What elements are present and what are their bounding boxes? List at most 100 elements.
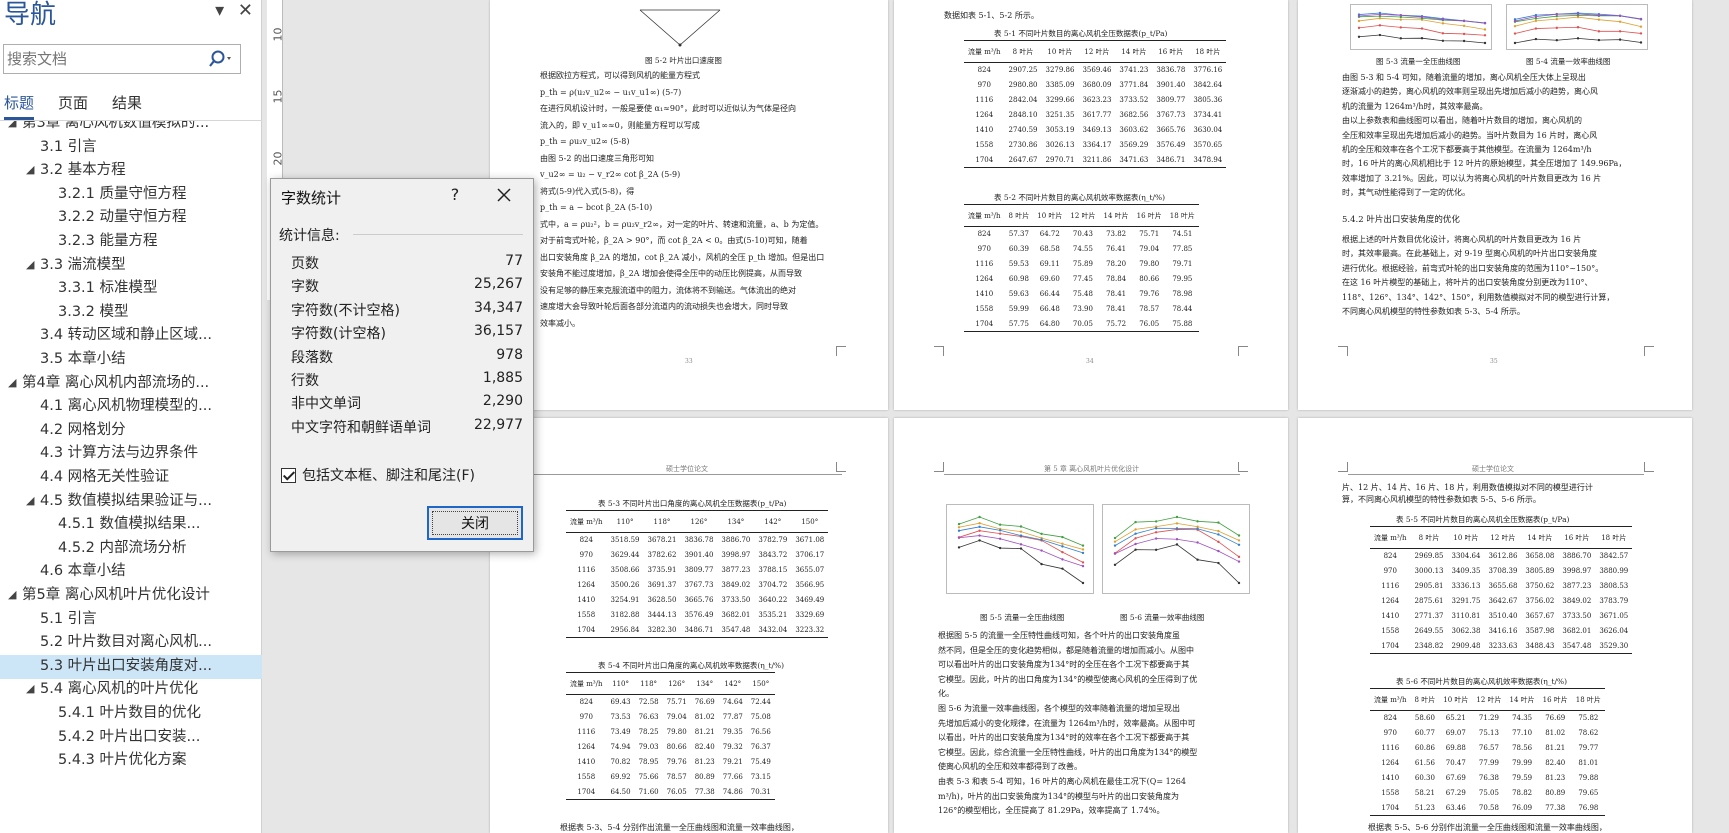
nav-heading-item[interactable]: 5.3 叶片出口安装角度对... [0, 654, 262, 679]
nav-heading-item[interactable]: ◢ 4.5 数值模拟结果验证与... [0, 490, 262, 514]
data-point [1113, 544, 1117, 547]
table-cell: 70.43 [1072, 230, 1093, 239]
stat-label: 中文字符和朝鲜语单词 [291, 419, 431, 436]
collapse-triangle-icon[interactable]: ◢ [26, 678, 34, 700]
data-point [1555, 13, 1559, 16]
nav-heading-item[interactable]: 5.2 叶片数目对离心风机... [0, 631, 262, 655]
table-cell: 2905.81 [1414, 582, 1444, 590]
nav-heading-item[interactable]: 4.1 离心风机物理模型的... [0, 395, 262, 419]
data-point [1154, 548, 1158, 552]
navigation-pane: 导航 ▾ ✕ 标题 页面 结果 ◢第3章 离心风机数值模拟的...3.1 引言◢… [0, 0, 262, 833]
nav-heading-item[interactable]: 5.4.1 叶片数目的优化 [0, 702, 262, 726]
table-cell: 69.11 [1039, 260, 1060, 268]
document-page[interactable]: 硕士学位论文 表 5-3 不同叶片出口角度的离心风机全压数据表(p_t/Pa) … [490, 418, 888, 833]
close-pane-icon[interactable]: ✕ [238, 0, 253, 21]
collapse-triangle-icon[interactable]: ◢ [26, 254, 34, 276]
data-point [1513, 19, 1517, 23]
tab-pages[interactable]: 页面 [58, 92, 88, 113]
data-point [1357, 14, 1361, 18]
table-cell: 74.55 [1072, 245, 1093, 253]
page-header: 硕士学位论文 [666, 465, 708, 473]
data-point [1154, 520, 1158, 523]
tab-results[interactable]: 结果 [112, 92, 142, 113]
header-rule [1348, 474, 1644, 475]
include-textboxes-checkbox[interactable]: 包括文本框、脚注和尾注(F) [281, 465, 531, 487]
nav-heading-item[interactable]: 4.3 计算方法与边界条件 [0, 442, 262, 466]
table-cell: 3336.13 [1451, 582, 1481, 590]
nav-heading-item[interactable]: 4.5.1 数值模拟结果... [0, 513, 262, 537]
data-point [1134, 520, 1137, 524]
nav-heading-item[interactable]: ◢ 第5章 离心风机叶片优化设计 [0, 584, 262, 608]
table-cell: 3640.22 [758, 596, 788, 604]
table-row: 1410 60.30 67.69 76.38 79.59 81.23 79.88 [1370, 771, 1605, 786]
nav-heading-item[interactable]: 4.5.2 内部流场分析 [0, 537, 262, 561]
data-point [1217, 540, 1220, 544]
search-icon[interactable] [206, 48, 234, 70]
data-point [1154, 531, 1158, 534]
tab-headings[interactable]: 标题 [4, 92, 35, 120]
collapse-triangle-icon[interactable]: ◢ [8, 121, 16, 134]
table-row: 970 3629.44 3782.62 3901.40 3998.97 3843.72 37… [566, 548, 828, 563]
text-line: 速度增大会导致叶轮后面各部分流道内的流动损失也会增大，同时导致 [540, 302, 788, 311]
nav-heading-item[interactable]: 5.4.3 叶片优化方案 [0, 749, 262, 773]
table-cell: 3655.68 [1488, 582, 1518, 590]
table-row: 1116 2905.81 3336.13 3655.68 3750.62 3877.23 3… [1370, 579, 1632, 594]
pane-options-chevron-icon[interactable]: ▾ [215, 0, 224, 21]
nav-heading-item[interactable]: ◢ 第3章 离心风机数值模拟的... [0, 121, 262, 136]
nav-heading-item[interactable]: ◢ 3.3 湍流模型 [0, 254, 262, 278]
data-point [1483, 41, 1487, 45]
column-header: 14 叶片 [1527, 533, 1553, 542]
nav-heading-item[interactable]: 3.2.3 能量方程 [0, 230, 262, 254]
document-page[interactable]: 图 5-3 流量一全压曲线图 图 5-4 流量一效率曲线图 由图 5-3 和 5… [1298, 0, 1692, 410]
stat-row: 段落数 978 [291, 347, 523, 371]
collapse-triangle-icon[interactable]: ◢ [26, 159, 34, 181]
table-row: 1264 74.94 79.03 80.66 82.40 79.32 76.37 [566, 740, 775, 755]
nav-heading-item[interactable]: 3.5 本章小结 [0, 348, 262, 372]
nav-heading-item[interactable]: 4.2 网格划分 [0, 419, 262, 443]
data-point [1237, 555, 1241, 559]
data-point [1357, 26, 1361, 30]
table-caption: 表 5-4 不同叶片出口角度的离心风机效率数据表(η_t/%) [598, 661, 785, 670]
nav-heading-item[interactable]: 5.4.2 叶片出口安装... [0, 726, 262, 750]
data-point [957, 526, 961, 529]
help-icon[interactable]: ? [443, 185, 467, 204]
collapse-triangle-icon[interactable]: ◢ [8, 584, 16, 606]
text-line: 对于前弯式叶轮，β_2A > 90°，而 cot β_2A < 0。由式(5-1… [540, 236, 808, 245]
nav-heading-item[interactable]: 3.3.2 模型 [0, 301, 262, 325]
data-point [978, 525, 981, 529]
checkbox-box[interactable] [281, 468, 296, 483]
document-page[interactable]: 硕士学位论文 片、12 片、14 片、16 片、18 片，利用数值模拟对不同的模… [1298, 418, 1692, 833]
nav-heading-item[interactable]: 4.4 网格无关性验证 [0, 466, 262, 490]
search-box[interactable] [3, 44, 241, 74]
table-cell: 60.30 [1414, 774, 1435, 782]
nav-heading-item[interactable]: ◢ 5.4 离心风机的叶片优化 [0, 678, 262, 702]
nav-heading-item[interactable]: 3.1 引言 [0, 136, 262, 160]
table-cell: 3617.77 [1082, 111, 1112, 119]
nav-heading-item[interactable]: 3.3.1 标准模型 [0, 277, 262, 301]
stat-value: 2,290 [482, 393, 523, 410]
table-cell: 970 [977, 245, 991, 253]
collapse-triangle-icon[interactable]: ◢ [26, 490, 34, 512]
data-point [1237, 560, 1241, 563]
nav-heading-item[interactable]: 3.4 转动区域和静止区域... [0, 324, 262, 348]
table-cell: 970 [977, 81, 991, 89]
data-point [957, 529, 961, 532]
search-input[interactable] [4, 45, 200, 73]
nav-heading-item[interactable]: ◢ 第4章 离心风机内部流场的... [0, 372, 262, 396]
document-page[interactable]: 数据如表 5-1、5-2 所示。 表 5-1 不同叶片数目的离心风机全压数据表(… [894, 0, 1288, 410]
nav-heading-item[interactable]: 5.1 引言 [0, 608, 262, 632]
document-page[interactable]: 图 5-2 叶片出口速度图 根据欧拉方程式，可以得到风机的能量方程式 p_th =… [490, 0, 888, 410]
close-icon[interactable] [489, 183, 519, 207]
document-page[interactable]: 第 5 章 离心风机叶片优化设计 图 5-5 流量一全压曲线图 图 5-6 流量… [894, 418, 1288, 833]
stat-value: 1,885 [482, 370, 523, 386]
close-button[interactable]: 关闭 [427, 506, 523, 540]
table-cell: 57.75 [1008, 319, 1029, 328]
collapse-triangle-icon[interactable]: ◢ [8, 372, 16, 394]
nav-heading-item[interactable]: ◢ 3.2 基本方程 [0, 159, 262, 183]
nav-heading-item[interactable]: 3.2.1 质量守恒方程 [0, 183, 262, 207]
table-cell: 78.95 [638, 758, 659, 766]
nav-heading-item[interactable]: 4.6 本章小结 [0, 560, 262, 584]
nav-heading-label: 5.2 叶片数目对离心风机... [40, 634, 212, 651]
column-header: 18 叶片 [1601, 533, 1627, 542]
nav-heading-item[interactable]: 3.2.2 动量守恒方程 [0, 206, 262, 230]
